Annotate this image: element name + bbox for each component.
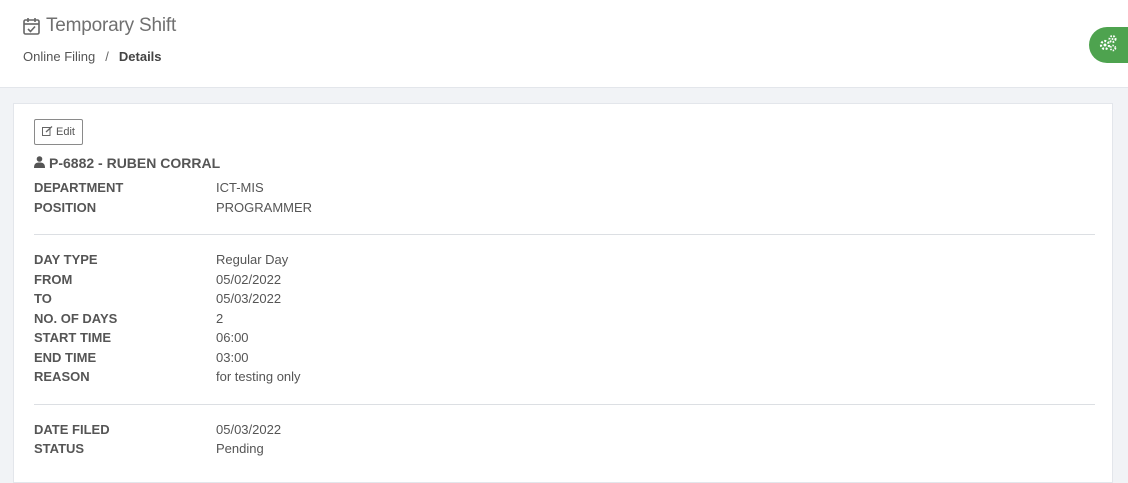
- reason-label: REASON: [34, 369, 90, 384]
- date-filed-label: DATE FILED: [34, 422, 110, 437]
- breadcrumb-current: Details: [118, 49, 162, 64]
- department-label: DEPARTMENT: [34, 180, 124, 195]
- status-label: STATUS: [34, 441, 85, 456]
- details-card: Edit P-6882 - RUBEN CORRAL DEPARTMENT IC…: [13, 103, 1113, 483]
- edit-icon: [42, 125, 56, 139]
- reason-value: for testing only: [216, 369, 301, 384]
- breadcrumb-separator: /: [105, 49, 109, 64]
- edit-button-label: Edit: [56, 126, 75, 138]
- position-label: POSITION: [34, 200, 97, 215]
- to-label: TO: [34, 291, 52, 306]
- status-value: Pending: [216, 441, 264, 456]
- days-label: NO. OF DAYS: [34, 311, 118, 326]
- employee-name: P-6882 - RUBEN CORRAL: [49, 155, 221, 171]
- end-time-label: END TIME: [34, 350, 97, 365]
- divider: [34, 404, 1095, 405]
- day-type-value: Regular Day: [216, 252, 289, 267]
- position-value: PROGRAMMER: [216, 200, 313, 215]
- breadcrumb: Online Filing / Details: [23, 49, 162, 64]
- start-time-value: 06:00: [216, 330, 249, 345]
- start-time-label: START TIME: [34, 330, 112, 345]
- from-value: 05/02/2022: [216, 272, 282, 287]
- title-row: Temporary Shift: [23, 15, 176, 37]
- divider: [34, 234, 1095, 235]
- settings-button[interactable]: [1089, 27, 1128, 63]
- date-filed-value: 05/03/2022: [216, 422, 282, 437]
- gears-icon: [1098, 34, 1118, 57]
- page-title: Temporary Shift: [46, 15, 177, 36]
- page-header: Temporary Shift Online Filing / Details: [0, 0, 1128, 88]
- edit-button[interactable]: Edit: [34, 119, 83, 145]
- breadcrumb-parent[interactable]: Online Filing: [23, 49, 95, 64]
- to-value: 05/03/2022: [216, 291, 282, 306]
- day-type-label: DAY TYPE: [34, 252, 98, 267]
- user-icon: [34, 155, 49, 171]
- end-time-value: 03:00: [216, 350, 249, 365]
- department-value: ICT-MIS: [216, 180, 264, 195]
- calendar-check-icon: [23, 17, 40, 35]
- days-value: 2: [216, 311, 224, 326]
- employee-header: P-6882 - RUBEN CORRAL: [34, 155, 220, 171]
- from-label: FROM: [34, 272, 73, 287]
